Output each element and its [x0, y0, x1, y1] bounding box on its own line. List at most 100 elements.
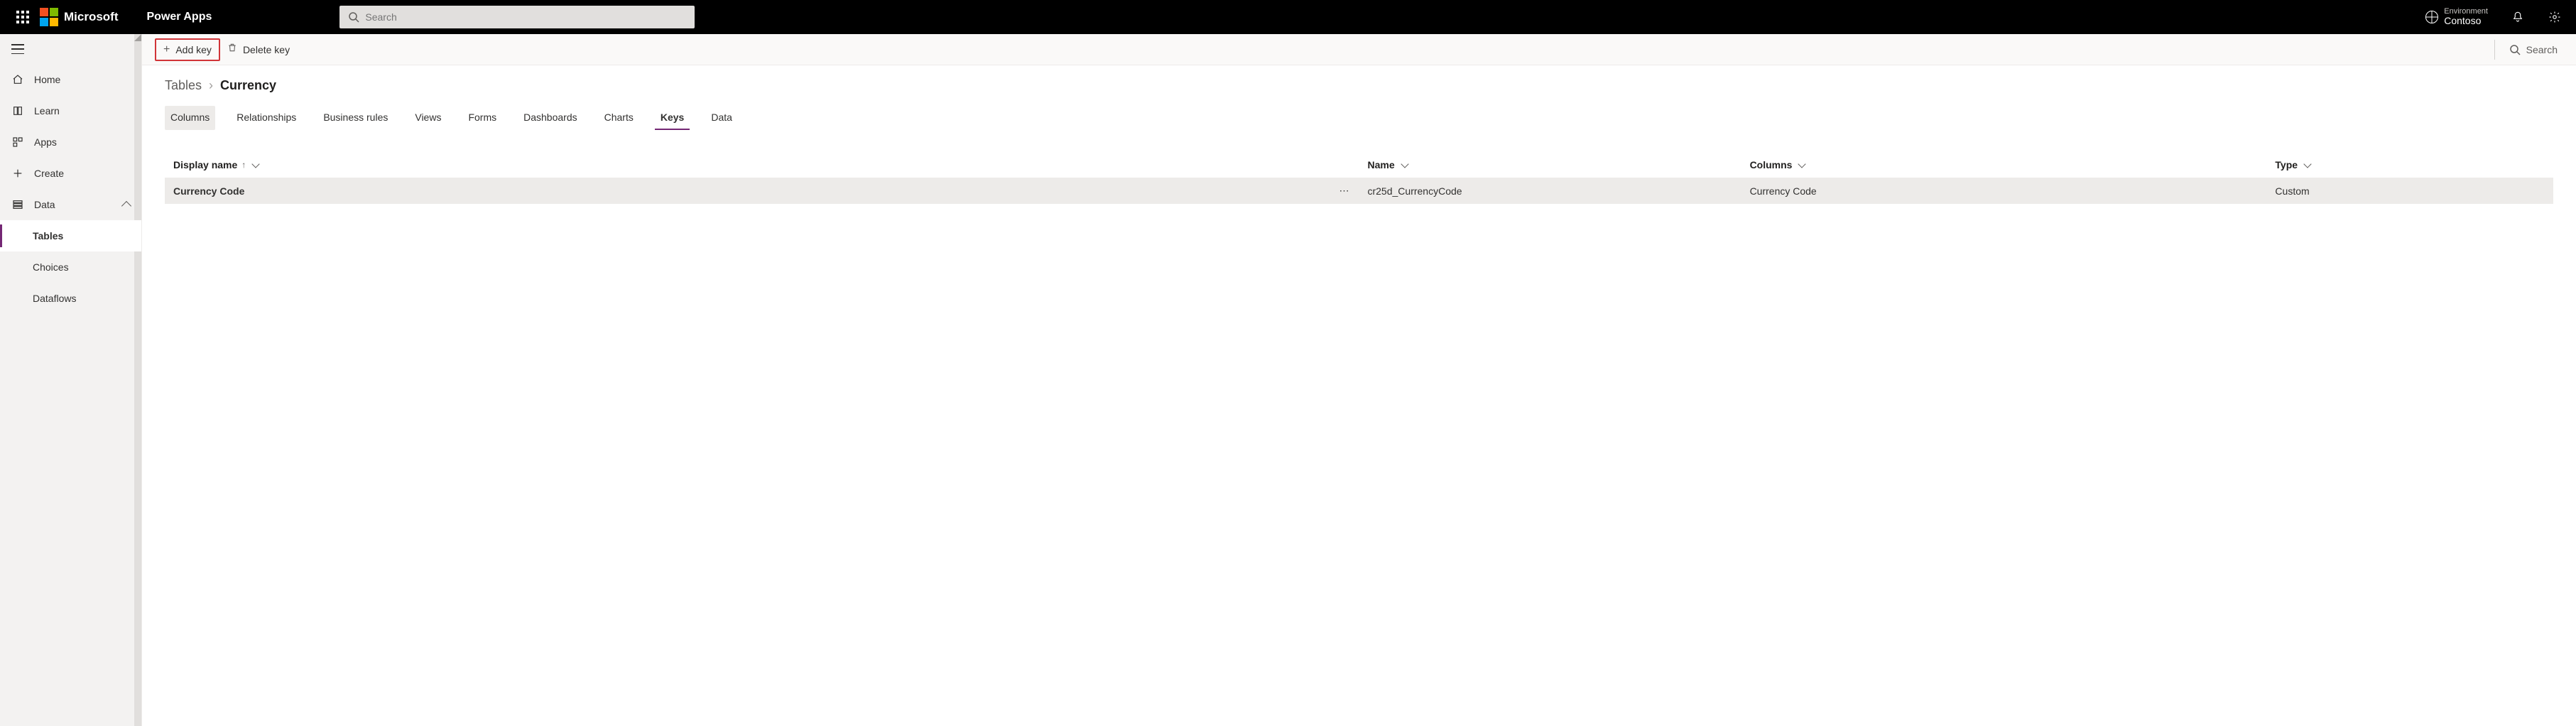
app-launcher-button[interactable]: [6, 0, 40, 34]
tab-forms[interactable]: Forms: [462, 106, 502, 130]
environment-picker[interactable]: Environment Contoso: [2417, 7, 2496, 26]
column-header-columns[interactable]: Columns: [1750, 159, 2259, 170]
trash-icon: [227, 43, 237, 56]
search-icon: [2509, 44, 2521, 55]
book-icon: [11, 104, 24, 117]
tab-business-rules[interactable]: Business rules: [317, 106, 393, 130]
sidebar-item-create[interactable]: Create: [0, 158, 141, 189]
brand-text: Microsoft: [64, 10, 119, 24]
column-header-label: Columns: [1750, 159, 1793, 170]
chevron-down-icon: [1798, 160, 1806, 168]
tab-charts[interactable]: Charts: [599, 106, 639, 130]
apps-icon: [11, 136, 24, 148]
sidebar-item-label: Create: [34, 168, 64, 179]
tab-label: Dashboards: [523, 112, 577, 123]
sidebar-item-apps[interactable]: Apps: [0, 126, 141, 158]
tab-label: Relationships: [237, 112, 296, 123]
sidebar-item-label: Data: [34, 199, 113, 210]
divider: [2494, 40, 2495, 60]
more-icon: ⋯: [1339, 185, 1350, 196]
sidebar-item-label: Home: [34, 74, 60, 85]
app-header: Microsoft Power Apps Environment Contoso: [0, 0, 2576, 34]
column-header-label: Display name: [173, 159, 237, 170]
row-type: Custom: [2266, 178, 2553, 204]
sidebar-item-home[interactable]: Home: [0, 64, 141, 95]
plus-icon: +: [163, 44, 170, 55]
globe-icon: [2425, 11, 2438, 23]
sidebar-item-choices[interactable]: Choices: [0, 251, 141, 283]
microsoft-logo-icon: [40, 8, 58, 26]
sidebar-scrollbar[interactable]: [134, 34, 141, 726]
chevron-right-icon: ›: [209, 78, 213, 93]
sidebar-item-learn[interactable]: Learn: [0, 95, 141, 126]
delete-key-label: Delete key: [243, 44, 290, 55]
sidebar-item-label: Dataflows: [33, 293, 76, 304]
sidebar-toggle-button[interactable]: [0, 34, 141, 64]
global-search-input[interactable]: [365, 11, 686, 23]
global-search[interactable]: [339, 6, 695, 28]
breadcrumb-parent[interactable]: Tables: [165, 78, 202, 93]
tab-label: Keys: [661, 112, 684, 123]
sidebar: Home Learn Apps Create Data: [0, 34, 142, 726]
breadcrumb-current: Currency: [220, 78, 276, 93]
tab-keys[interactable]: Keys: [655, 106, 690, 130]
tab-label: Columns: [170, 112, 210, 123]
main-area: + Add key Delete key Search: [142, 34, 2576, 726]
breadcrumb: Tables › Currency: [165, 78, 2553, 93]
chevron-up-icon: [121, 201, 131, 211]
data-icon: [11, 198, 24, 211]
column-header-label: Name: [1367, 159, 1394, 170]
table-row[interactable]: Currency Code ⋯ cr25d_CurrencyCode Curre…: [165, 178, 2553, 204]
delete-key-button[interactable]: Delete key: [220, 38, 297, 61]
tab-dashboards[interactable]: Dashboards: [518, 106, 583, 130]
plus-icon: [11, 167, 24, 180]
sidebar-item-label: Tables: [33, 230, 63, 242]
sidebar-item-label: Apps: [34, 136, 57, 148]
notifications-button[interactable]: [2502, 0, 2533, 34]
chevron-down-icon: [2303, 160, 2311, 168]
bell-icon: [2511, 11, 2524, 23]
row-display-name: Currency Code: [173, 185, 244, 197]
sidebar-item-dataflows[interactable]: Dataflows: [0, 283, 141, 314]
app-name: Power Apps: [147, 11, 212, 23]
tab-label: Charts: [604, 112, 634, 123]
gear-icon: [2548, 11, 2561, 23]
tab-views[interactable]: Views: [409, 106, 447, 130]
sort-ascending-icon: ↑: [241, 160, 246, 170]
row-name: cr25d_CurrencyCode: [1359, 178, 1741, 204]
row-columns: Currency Code: [1741, 178, 2267, 204]
microsoft-logo: Microsoft: [40, 8, 119, 26]
local-search[interactable]: Search: [2504, 44, 2563, 55]
environment-name: Contoso: [2444, 16, 2488, 26]
tab-label: Forms: [468, 112, 496, 123]
sidebar-item-label: Learn: [34, 105, 60, 117]
hamburger-icon: [11, 44, 24, 54]
column-header-display-name[interactable]: Display name ↑: [173, 159, 1350, 170]
sidebar-item-data[interactable]: Data: [0, 189, 141, 220]
waffle-icon: [16, 11, 29, 23]
tab-data[interactable]: Data: [705, 106, 738, 130]
search-icon: [348, 11, 359, 23]
tab-label: Data: [711, 112, 732, 123]
tab-relationships[interactable]: Relationships: [231, 106, 302, 130]
table-tabs: Columns Relationships Business rules Vie…: [165, 106, 2553, 131]
column-header-type[interactable]: Type: [2275, 159, 2545, 170]
settings-button[interactable]: [2539, 0, 2570, 34]
add-key-button[interactable]: + Add key: [155, 38, 220, 61]
sidebar-item-label: Choices: [33, 261, 69, 273]
chevron-down-icon: [252, 160, 260, 168]
chevron-down-icon: [1401, 160, 1408, 168]
local-search-label: Search: [2526, 44, 2558, 55]
scroll-up-icon: [134, 34, 141, 41]
tab-label: Business rules: [323, 112, 388, 123]
home-icon: [11, 73, 24, 86]
row-more-button[interactable]: ⋯: [1263, 178, 1359, 204]
sidebar-item-tables[interactable]: Tables: [0, 220, 141, 251]
column-header-label: Type: [2275, 159, 2298, 170]
add-key-label: Add key: [175, 44, 212, 55]
tab-label: Views: [415, 112, 441, 123]
keys-table: Display name ↑ Name: [165, 152, 2553, 204]
command-bar: + Add key Delete key Search: [142, 34, 2576, 65]
column-header-name[interactable]: Name: [1367, 159, 1732, 170]
tab-columns[interactable]: Columns: [165, 106, 215, 130]
